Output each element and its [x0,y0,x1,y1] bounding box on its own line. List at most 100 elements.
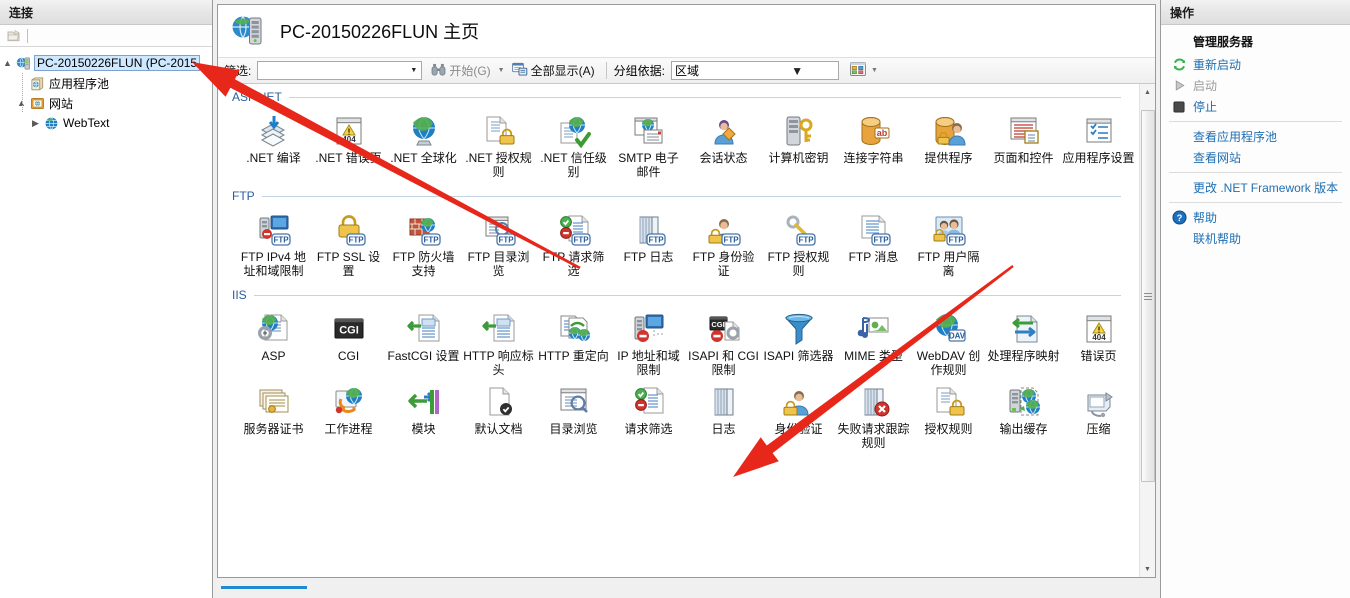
feature-tile[interactable]: CGI ISAPI 和 CGI 限制 [686,310,761,377]
feature-tile[interactable]: FTP FTP SSL 设置 [311,211,386,278]
scroll-down-button[interactable]: ▼ [1139,561,1155,577]
feature-tile[interactable]: MIME 类型 [836,310,911,377]
scroll-up-button[interactable]: ▲ [1139,84,1155,100]
view-tab-strip[interactable] [217,586,1156,598]
feature-tile[interactable]: FTP FTP 消息 [836,211,911,278]
scrollbar-thumb[interactable] [1140,110,1155,482]
view-mode-button[interactable]: ▼ [846,60,885,81]
feature-tile[interactable]: CGI CGI [311,310,386,377]
feature-tile[interactable]: 请求筛选 [611,383,686,450]
feature-tile[interactable]: .NET 授权规则 [461,112,536,179]
filter-combobox[interactable]: ▼ [257,61,423,80]
show-all-button[interactable]: 全部显示(A) [508,60,599,81]
tree-node-sites-label: 网站 [49,96,74,111]
feature-tile[interactable]: 压缩 [1061,383,1136,450]
group-by-combobox[interactable]: 区域 ▼ [670,61,839,80]
filter-input[interactable] [258,62,407,79]
action-icon-placeholder [1170,129,1188,145]
feature-tile[interactable]: .NET 编译 [236,112,311,179]
feature-tile-label: CGI [337,349,360,363]
feature-tile[interactable]: FTP FTP 用户隔离 [911,211,986,278]
authorization-rules-icon [932,385,966,419]
feature-tile[interactable]: FTP FTP 防火墙支持 [386,211,461,278]
feature-tile[interactable]: 身份验证 [761,383,836,450]
feature-tile[interactable]: ab 连接字符串 [836,112,911,179]
feature-tile[interactable]: 失败请求跟踪规则 [836,383,911,450]
feature-tile[interactable]: 服务器证书 [236,383,311,450]
action-item[interactable]: 停止 [1161,96,1350,117]
feature-tile[interactable]: 日志 [686,383,761,450]
action-item[interactable]: 查看应用程序池 [1161,126,1350,147]
feature-tile[interactable]: 工作进程 [311,383,386,450]
feature-tile[interactable]: ASP [236,310,311,377]
feature-tile[interactable]: IP 地址和域限制 [611,310,686,377]
feature-tile[interactable]: 404 .NET 错误页 [311,112,386,179]
connections-tree[interactable]: ▲ PC-20150226FLUN (PC-2015 应用程序池 网站 ▶ We… [0,47,212,598]
feature-tile[interactable]: FTP FTP 日志 [611,211,686,278]
action-item-label: 查看应用程序池 [1193,130,1278,144]
go-button[interactable]: 开始(G) [427,60,494,81]
feature-tile[interactable]: 默认文档 [461,383,536,450]
connect-to-server-icon[interactable] [4,27,22,44]
smtp-email-icon [632,114,666,148]
feature-group-header: FTP [232,189,1139,203]
action-item[interactable]: 联机帮助 [1161,228,1350,249]
feature-tile[interactable]: .NET 全球化 [386,112,461,179]
feature-tile[interactable]: HTTP 响应标头 [461,310,536,377]
tree-node-sites[interactable]: ▲ 网站 [0,93,212,113]
feature-tile[interactable]: 计算机密钥 [761,112,836,179]
features-view-tab[interactable] [221,586,307,589]
chevron-down-icon[interactable]: ▼ [756,62,838,79]
feature-list-scrollbar[interactable]: ▲ ▼ [1139,84,1155,577]
action-item[interactable]: 查看网站 [1161,147,1350,168]
action-item[interactable]: 重新启动 [1161,54,1350,75]
feature-tile[interactable]: 会话状态 [686,112,761,179]
chevron-down-icon[interactable]: ▲ [0,58,15,68]
feature-tile[interactable]: 应用程序设置 [1061,112,1136,179]
actions-separator [1169,172,1342,173]
feature-tile[interactable]: FTP FTP 授权规则 [761,211,836,278]
feature-tile[interactable]: DAV WebDAV 创作规则 [911,310,986,377]
feature-tile[interactable]: 提供程序 [911,112,986,179]
feature-tile[interactable]: FTP FTP 目录浏览 [461,211,536,278]
feature-tile[interactable]: 模块 [386,383,461,450]
feature-tile[interactable]: HTTP 重定向 [536,310,611,377]
feature-tile[interactable]: 页面和控件 [986,112,1061,179]
feature-tile[interactable]: SMTP 电子邮件 [611,112,686,179]
feature-tile[interactable]: FTP FTP IPv4 地址和域限制 [236,211,311,278]
feature-tile[interactable]: 目录浏览 [536,383,611,450]
chevron-right-icon[interactable]: ▶ [28,118,43,129]
action-item[interactable]: 更改 .NET Framework 版本 [1161,177,1350,198]
chevron-down-icon[interactable]: ▼ [406,62,421,79]
actions-pane: 操作 管理服务器 重新启动 启动 停止 查看应用程序池 查看网站 更改 .NET Frame… [1160,0,1350,598]
scrollbar-track[interactable] [1140,100,1156,561]
feature-tile[interactable]: FTP FTP 请求筛选 [536,211,611,278]
stop-square-icon [1170,99,1188,115]
actions-list: 管理服务器 重新启动 启动 停止 查看应用程序池 查看网站 更改 .NET Framewor… [1161,25,1350,249]
filter-toolbar: 筛选: ▼ 开始(G) ▼ 全部显示(A) 分组依据: 区域 ▼ ▼ [218,57,1155,84]
http-redirect-icon [557,312,591,346]
feature-tile[interactable]: 404 错误页 [1061,310,1136,377]
tree-node-server[interactable]: ▲ PC-20150226FLUN (PC-2015 [0,53,212,73]
ftp-firewall-support-icon: FTP [407,213,441,247]
feature-tile[interactable]: ISAPI 筛选器 [761,310,836,377]
chevron-down-icon[interactable]: ▼ [498,67,505,74]
feature-tile[interactable]: FTP FTP 身份验证 [686,211,761,278]
feature-tile[interactable]: 输出缓存 [986,383,1061,450]
feature-tile-label: 服务器证书 [243,422,304,436]
feature-tile[interactable]: FastCGI 设置 [386,310,461,377]
feature-tile-label: 输出缓存 [999,422,1048,436]
feature-tile[interactable]: 授权规则 [911,383,986,450]
action-item[interactable]: ? 帮助 [1161,207,1350,228]
feature-tile[interactable]: 处理程序映射 [986,310,1061,377]
tree-node-webtext[interactable]: ▶ WebText [0,113,212,133]
feature-tile-label: 模块 [411,422,436,436]
feature-tile-label: FastCGI 设置 [387,349,460,363]
feature-tile-label: HTTP 重定向 [538,349,609,363]
feature-tile-label: 错误页 [1080,349,1117,363]
feature-tile[interactable]: .NET 信任级别 [536,112,611,179]
chevron-down-icon[interactable]: ▼ [871,67,878,74]
feature-group-header: ASP.NET [232,90,1139,104]
tree-node-application-pools[interactable]: 应用程序池 [0,73,212,93]
help-question-icon: ? [1170,210,1188,226]
